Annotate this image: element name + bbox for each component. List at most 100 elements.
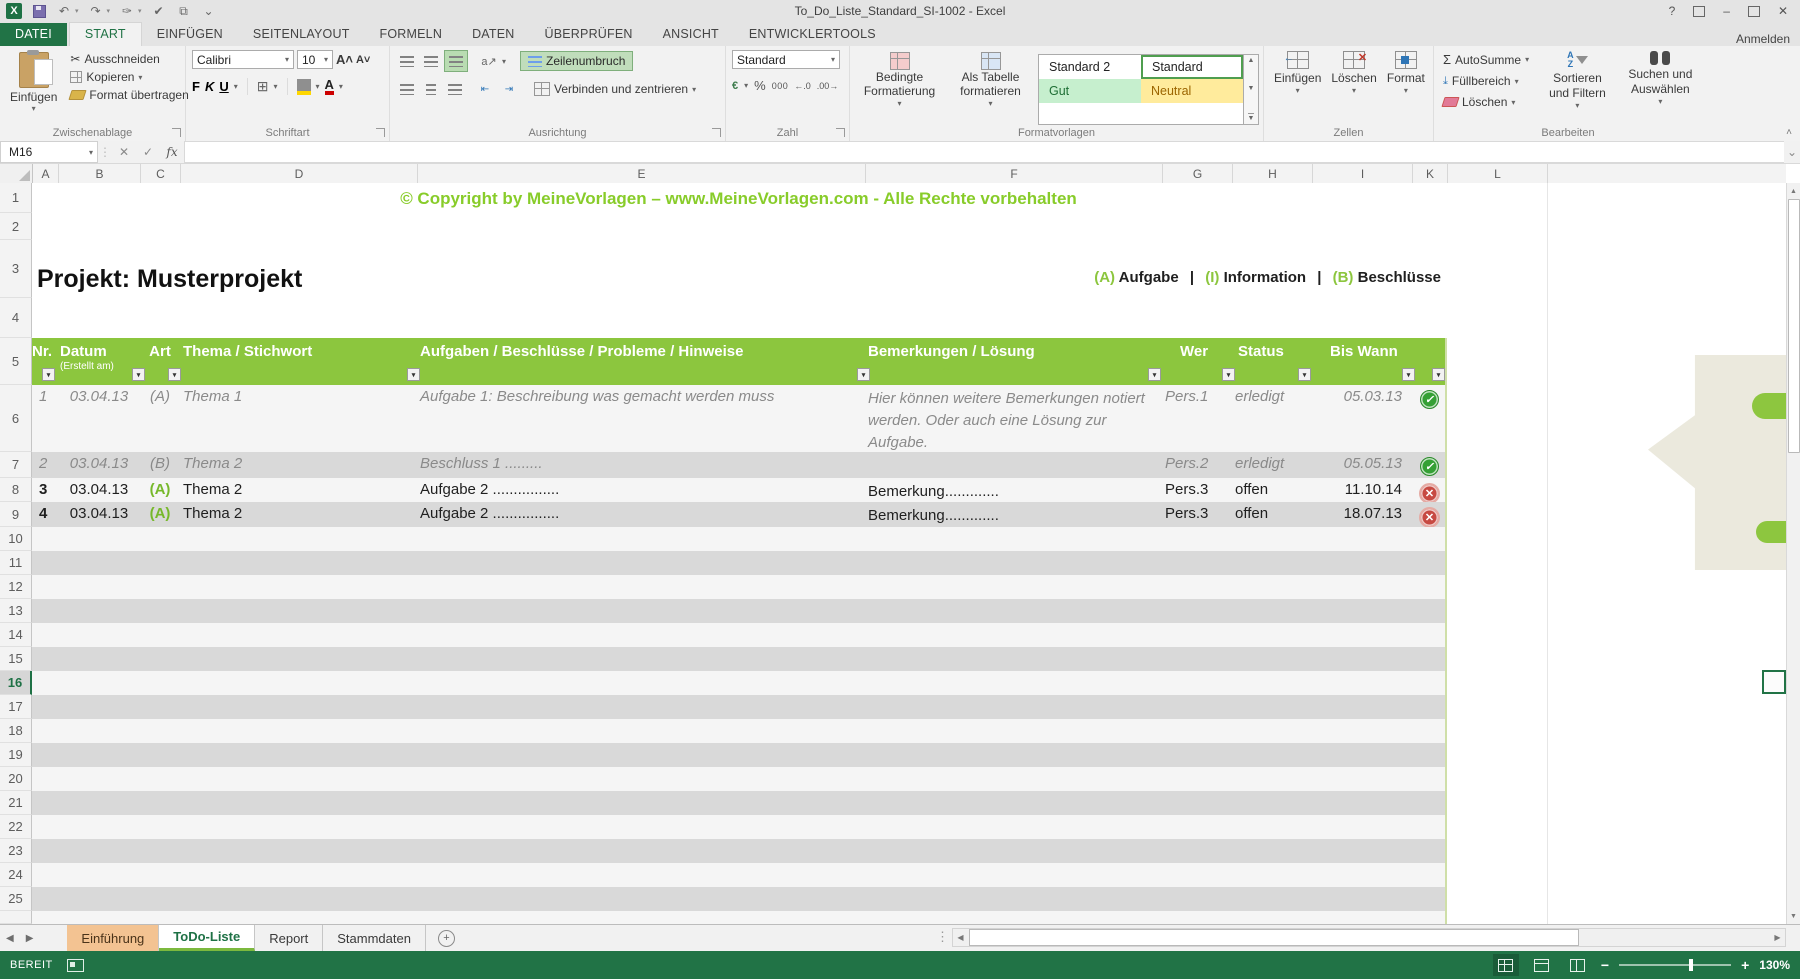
row-number[interactable]: 23 — [0, 839, 32, 863]
zoom-in-button[interactable]: + — [1741, 957, 1749, 973]
row-number[interactable]: 4 — [0, 298, 32, 338]
column-header-f[interactable]: F — [866, 164, 1163, 183]
underline-button[interactable]: U — [219, 79, 228, 94]
formula-input[interactable] — [184, 141, 1784, 163]
row-number[interactable]: 1 — [0, 183, 32, 213]
cell-wer[interactable]: Pers.2 — [1162, 455, 1232, 478]
column-header-b[interactable]: B — [59, 164, 141, 183]
cell-datum[interactable]: 03.04.13 — [58, 481, 140, 504]
row-number[interactable]: 8 — [0, 478, 32, 502]
scroll-up-icon[interactable]: ▲ — [1790, 183, 1797, 199]
cell-thema[interactable]: Thema 2 — [180, 455, 417, 478]
zoom-slider[interactable] — [1619, 964, 1731, 966]
gallery-up-icon[interactable]: ▲ — [1248, 57, 1255, 64]
cell-aufgabe[interactable]: Beschluss 1 ......... — [417, 455, 865, 478]
confirm-entry-icon[interactable]: ✓ — [136, 141, 160, 163]
style-standard-2[interactable]: Standard 2 — [1039, 55, 1141, 79]
merge-center-button[interactable]: Verbinden und zentrieren▾ — [534, 82, 696, 96]
qat-more-icon[interactable]: ⌄ — [201, 4, 217, 19]
font-color-button[interactable]: A — [325, 78, 334, 95]
expand-formula-bar-icon[interactable]: ⌄ — [1784, 141, 1800, 163]
row-number[interactable]: 3 — [0, 240, 32, 298]
sign-in-link[interactable]: Anmelden — [1736, 32, 1800, 46]
cell-nr[interactable]: 3 — [32, 481, 58, 504]
style-standard[interactable]: Standard — [1141, 55, 1243, 79]
scroll-right-icon[interactable]: ▶ — [1770, 933, 1785, 942]
filter-button-datum[interactable]: ▾ — [132, 368, 145, 381]
decrease-decimal-button[interactable]: .00→ — [817, 81, 839, 91]
table-empty-row-band[interactable] — [32, 863, 1447, 887]
cell-nr[interactable]: 4 — [32, 505, 58, 528]
filter-button-icon-col[interactable]: ▾ — [1432, 368, 1445, 381]
grow-font-button[interactable]: A˄ — [336, 52, 353, 67]
vertical-scrollbar[interactable]: ▲ ▼ — [1786, 183, 1800, 924]
number-dialog-launcher-icon[interactable] — [836, 128, 845, 137]
cell-bemerkung[interactable]: Bemerkung............. — [865, 505, 1162, 528]
formula-bar-splitter[interactable]: ⋮ — [98, 141, 112, 163]
row-number[interactable]: 10 — [0, 527, 32, 551]
sheet-tab-einfuehrung[interactable]: Einführung — [67, 925, 159, 951]
sheet-tab-todo-liste[interactable]: ToDo-Liste — [159, 925, 255, 951]
horizontal-scrollbar[interactable]: ◀ ▶ — [952, 928, 1786, 947]
selected-cell-m16[interactable] — [1762, 670, 1786, 694]
cell-datum[interactable]: 03.04.13 — [58, 455, 140, 478]
row-number[interactable]: 17 — [0, 695, 32, 719]
cell-thema[interactable]: Thema 2 — [180, 481, 417, 504]
underline-dropdown-icon[interactable]: ▾ — [234, 82, 238, 91]
column-header-e[interactable]: E — [418, 164, 866, 183]
format-as-table-button[interactable]: Als Tabelle formatieren▾ — [947, 50, 1034, 125]
row-number[interactable]: 22 — [0, 815, 32, 839]
row-number[interactable]: 14 — [0, 623, 32, 647]
column-header-g[interactable]: G — [1163, 164, 1233, 183]
table-empty-row-band[interactable] — [32, 719, 1447, 743]
filter-button-bis-wann[interactable]: ▾ — [1402, 368, 1415, 381]
page-layout-view-button[interactable] — [1529, 954, 1555, 976]
column-header-k[interactable]: K — [1413, 164, 1448, 183]
font-size-select[interactable]: 10▾ — [297, 50, 333, 69]
table-empty-row-band[interactable] — [32, 599, 1447, 623]
row-number[interactable]: 20 — [0, 767, 32, 791]
table-row[interactable]: 1 03.04.13 (A) Thema 1 Aufgabe 1: Beschr… — [32, 385, 1447, 452]
table-empty-row-band[interactable] — [32, 695, 1447, 719]
row-number[interactable]: 18 — [0, 719, 32, 743]
increase-decimal-button[interactable]: ←.0 — [794, 81, 811, 91]
table-empty-row-band[interactable] — [32, 527, 1447, 551]
undo-icon[interactable]: ↶ — [56, 4, 72, 19]
decrease-indent-button[interactable]: ⇤ — [474, 79, 496, 99]
row-number[interactable]: 19 — [0, 743, 32, 767]
row-number[interactable]: 21 — [0, 791, 32, 815]
sort-filter-button[interactable]: AZ Sortieren und Filtern▾ — [1538, 50, 1617, 125]
redo-icon[interactable]: ↷ — [88, 4, 104, 19]
table-empty-row-band[interactable] — [32, 647, 1447, 671]
page-break-view-button[interactable] — [1565, 954, 1591, 976]
filter-button-wer[interactable]: ▾ — [1222, 368, 1235, 381]
filter-button-aufgaben[interactable]: ▾ — [857, 368, 870, 381]
fill-button[interactable]: ⤓Füllbereich▾ — [1440, 72, 1532, 90]
insert-cells-button[interactable]: Einfügen▾ — [1270, 50, 1325, 125]
row-number[interactable]: 7 — [0, 452, 32, 478]
tab-scrollbar-splitter[interactable]: ⋮ — [936, 929, 949, 945]
column-header-l[interactable]: L — [1448, 164, 1548, 183]
tab-start[interactable]: START — [69, 22, 142, 46]
currency-format-button[interactable]: € — [732, 80, 738, 92]
style-gut[interactable]: Gut — [1039, 79, 1141, 103]
name-box-dropdown-icon[interactable]: ▾ — [89, 148, 93, 157]
cell-aufgabe[interactable]: Aufgabe 1: Beschreibung was gemacht werd… — [417, 388, 865, 454]
insert-function-icon[interactable]: fx — [160, 141, 184, 163]
undo-dropdown-icon[interactable]: ▾ — [75, 7, 79, 15]
table-empty-row-band[interactable] — [32, 815, 1447, 839]
column-header-d[interactable]: D — [181, 164, 418, 183]
cell-aufgabe[interactable]: Aufgabe 2 ................ — [417, 481, 865, 504]
table-empty-row-band[interactable] — [32, 575, 1447, 599]
align-left-button[interactable] — [396, 79, 418, 99]
cell-art[interactable]: (A) — [140, 481, 180, 504]
wrap-text-button[interactable]: Zeilenumbruch — [520, 51, 633, 71]
restore-button[interactable] — [1748, 6, 1760, 17]
column-header-i[interactable]: I — [1313, 164, 1413, 183]
sheet-nav-right-icon[interactable]: ▶ — [20, 925, 40, 951]
table-row[interactable]: 4 03.04.13 (A) Thema 2 Aufgabe 2 .......… — [32, 502, 1447, 527]
table-empty-row-band[interactable] — [32, 623, 1447, 647]
align-center-button[interactable] — [420, 79, 442, 99]
cell-art[interactable]: (A) — [140, 388, 180, 454]
borders-button[interactable]: ⊞ — [257, 78, 269, 95]
